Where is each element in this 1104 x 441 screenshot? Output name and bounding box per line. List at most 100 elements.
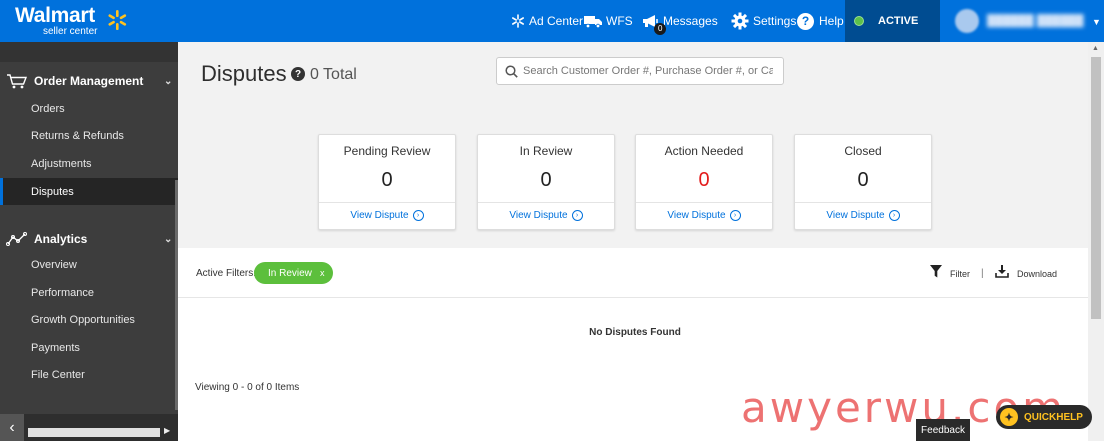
- sidebar-item-performance[interactable]: Performance: [0, 279, 178, 306]
- sidebar-section-analytics[interactable]: Analytics ⌄: [0, 226, 178, 252]
- user-menu[interactable]: ██████ ██████: [955, 8, 1084, 34]
- status-card-in-review: In Review 0 View Dispute ›: [477, 134, 615, 230]
- card-title: In Review: [519, 144, 573, 158]
- nav-label: Ad Center: [529, 14, 584, 28]
- remove-filter-button[interactable]: x: [320, 268, 325, 278]
- collapse-sidebar-button[interactable]: ‹: [0, 414, 24, 441]
- main-content: Disputes ? 0 Total Pending Review 0 View…: [178, 42, 1088, 441]
- card-divider: [795, 202, 931, 203]
- page-scrollbar[interactable]: ▲: [1088, 42, 1104, 441]
- nav-wfs[interactable]: WFS: [584, 0, 633, 42]
- arrow-right-circle-icon: ›: [412, 210, 424, 221]
- link-label: View Dispute: [509, 210, 568, 221]
- chip-label: In Review: [268, 267, 312, 279]
- sidebar-item-orders[interactable]: Orders: [0, 95, 178, 122]
- arrow-right-circle-icon: ›: [729, 210, 741, 221]
- card-count: 0: [381, 169, 393, 191]
- download-button[interactable]: Download: [995, 263, 1057, 279]
- brand-name: Walmart: [15, 4, 95, 27]
- sidebar-item-file-center[interactable]: File Center: [0, 361, 178, 388]
- quickhelp-icon: ✦: [1000, 408, 1018, 426]
- total-count: 0 Total: [310, 66, 357, 83]
- download-icon: [995, 264, 1009, 278]
- account-status: ACTIVE: [845, 0, 940, 42]
- nav-help[interactable]: ? Help: [797, 0, 844, 42]
- ad-center-spark-icon: [511, 14, 524, 28]
- card-divider: [319, 202, 455, 203]
- search-input[interactable]: [523, 65, 773, 77]
- quickhelp-label: QUICKHELP: [1024, 411, 1083, 423]
- nav-label: Help: [819, 14, 844, 28]
- status-dot-icon: [854, 16, 864, 26]
- view-dispute-link[interactable]: View Dispute ›: [319, 210, 455, 221]
- filter-label: Filter: [950, 269, 970, 279]
- status-label: ACTIVE: [878, 15, 919, 27]
- quickhelp-button[interactable]: ✦ QUICKHELP: [996, 405, 1092, 429]
- sidebar-item-returns-refunds[interactable]: Returns & Refunds: [0, 122, 178, 149]
- link-label: View Dispute: [350, 210, 409, 221]
- question-circle-icon: ?: [797, 12, 814, 30]
- link-label: View Dispute: [826, 210, 885, 221]
- sidebar-item-payments[interactable]: Payments: [0, 334, 178, 361]
- spark-icon: [108, 10, 127, 30]
- scroll-up-icon[interactable]: ▲: [1092, 45, 1099, 52]
- brand-subtitle: seller center: [43, 26, 98, 37]
- filter-chip-in-review[interactable]: In Review x: [254, 262, 333, 284]
- view-dispute-link[interactable]: View Dispute ›: [795, 210, 931, 221]
- card-count: 0: [857, 169, 869, 191]
- cart-icon: [7, 74, 28, 89]
- sidebar-item-adjustments[interactable]: Adjustments: [0, 150, 178, 177]
- status-card-pending-review: Pending Review 0 View Dispute ›: [318, 134, 456, 230]
- walmart-logo[interactable]: Walmart seller center: [15, 4, 127, 37]
- sidebar-section-order-management[interactable]: Order Management ⌄: [0, 68, 178, 94]
- pagination-summary: Viewing 0 - 0 of 0 Items: [195, 382, 300, 393]
- view-dispute-link[interactable]: View Dispute ›: [478, 210, 614, 221]
- card-count: 0: [540, 169, 552, 191]
- search-icon: [505, 64, 518, 78]
- nav-ad-center[interactable]: Ad Center: [511, 0, 583, 42]
- active-filters-label: Active Filters:: [196, 268, 257, 279]
- sidebar-footer: ‹ ▶: [0, 414, 178, 441]
- top-bar: Walmart seller center Ad Center WFS 0 Me…: [0, 0, 1104, 42]
- arrow-right-circle-icon: ›: [888, 210, 900, 221]
- help-question-icon[interactable]: ?: [291, 67, 305, 81]
- card-title: Action Needed: [664, 144, 744, 158]
- line-chart-icon: [6, 232, 27, 246]
- card-divider: [636, 202, 772, 203]
- card-count: 0: [698, 169, 710, 191]
- sidebar-item-disputes[interactable]: Disputes: [0, 178, 178, 205]
- feedback-button[interactable]: Feedback: [916, 419, 970, 441]
- user-name-redacted: ██████ ██████: [987, 15, 1084, 27]
- filter-button[interactable]: Filter: [930, 263, 970, 279]
- arrow-right-circle-icon: ›: [571, 210, 583, 221]
- card-title: Closed: [844, 144, 882, 158]
- download-label: Download: [1017, 269, 1058, 279]
- nav-label: Messages: [663, 14, 718, 28]
- sidebar-item-growth-opportunities[interactable]: Growth Opportunities: [0, 306, 178, 333]
- gear-icon: [731, 12, 749, 30]
- filter-bar: Active Filters: In Review x Filter | Dow…: [178, 248, 1088, 298]
- avatar: [955, 9, 979, 33]
- chevron-down-icon[interactable]: ▼: [1092, 17, 1101, 27]
- card-divider: [478, 202, 614, 203]
- messages-badge: 0: [654, 23, 667, 35]
- status-card-closed: Closed 0 View Dispute ›: [794, 134, 932, 230]
- sidebar-horizontal-scrollbar[interactable]: [28, 428, 160, 437]
- nav-label: Settings: [753, 14, 797, 28]
- scroll-right-icon[interactable]: ▶: [164, 426, 170, 435]
- view-dispute-link[interactable]: View Dispute ›: [636, 210, 772, 221]
- nav-label: WFS: [606, 14, 633, 28]
- search-box[interactable]: [496, 57, 784, 85]
- scrollbar-thumb[interactable]: [1091, 57, 1101, 319]
- nav-settings[interactable]: Settings: [731, 0, 796, 42]
- page-title: Disputes: [201, 61, 287, 86]
- sidebar-item-overview[interactable]: Overview: [0, 251, 178, 278]
- empty-state-message: No Disputes Found: [589, 327, 681, 338]
- nav-messages[interactable]: 0 Messages: [642, 0, 718, 42]
- toolbar-divider: |: [981, 268, 984, 279]
- chevron-down-icon: ⌄: [164, 233, 173, 245]
- section-label: Order Management: [34, 74, 144, 88]
- chevron-down-icon: ⌄: [164, 75, 173, 87]
- section-label: Analytics: [34, 232, 88, 246]
- link-label: View Dispute: [667, 210, 726, 221]
